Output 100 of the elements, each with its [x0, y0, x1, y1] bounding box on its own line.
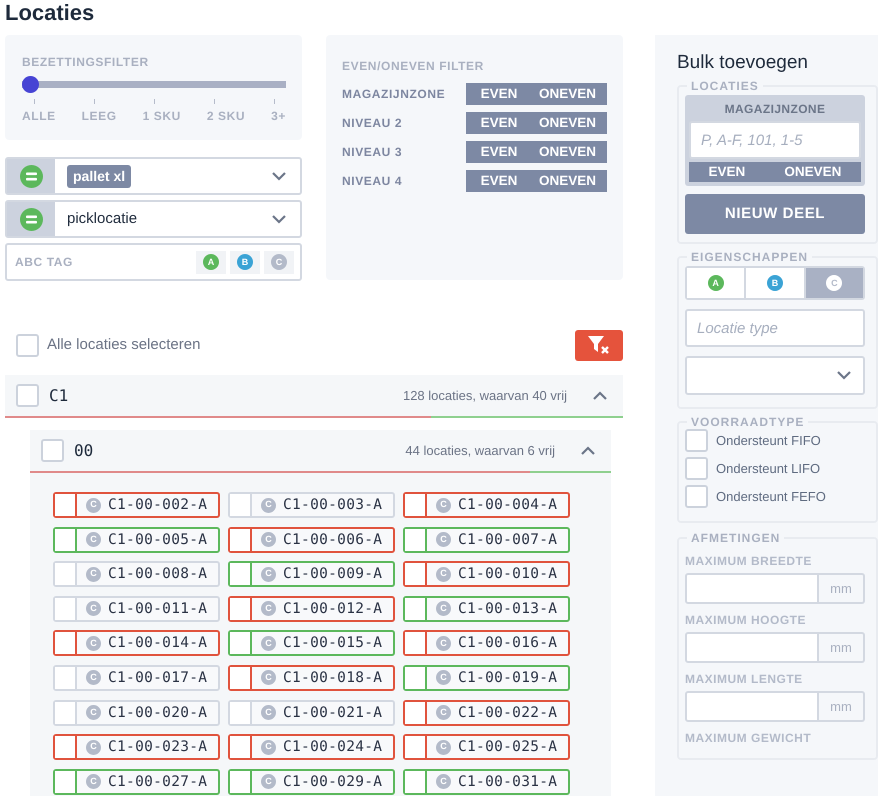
tile-checkbox[interactable]	[230, 632, 252, 654]
location-code: C1-00-003-A	[283, 496, 382, 515]
tag-badge: C	[436, 740, 451, 755]
location-tile[interactable]: C C1-00-018-A	[228, 664, 395, 691]
option-checkbox[interactable]	[685, 457, 708, 480]
chevron-down-icon[interactable]	[272, 172, 286, 180]
tick-label: ALLE	[22, 108, 56, 125]
option-checkbox[interactable]	[685, 485, 708, 508]
tile-checkbox[interactable]	[405, 736, 427, 758]
tile-checkbox[interactable]	[55, 528, 77, 551]
section-legend: EIGENSCHAPPEN	[687, 250, 812, 264]
unit-label: mm	[819, 632, 865, 663]
tag-badge: C	[86, 774, 101, 790]
location-tile[interactable]: C C1-00-027-A	[53, 768, 220, 795]
location-tile[interactable]: C C1-00-015-A	[228, 630, 395, 656]
tag-badge: C	[86, 705, 101, 720]
location-tile[interactable]: C C1-00-008-A	[53, 561, 220, 588]
location-tile[interactable]: C C1-00-022-A	[403, 700, 570, 726]
tile-checkbox[interactable]	[55, 632, 77, 654]
new-part-button[interactable]: NIEUW DEEL	[685, 194, 865, 234]
location-code: C1-00-005-A	[108, 530, 208, 550]
location-tile[interactable]: C C1-00-019-A	[403, 664, 570, 691]
location-tile[interactable]: C C1-00-023-A	[53, 734, 220, 760]
tile-checkbox[interactable]	[230, 528, 252, 551]
location-code: C1-00-006-A	[283, 530, 382, 550]
location-tile[interactable]: C C1-00-029-A	[228, 768, 395, 795]
clear-filter-button[interactable]	[575, 330, 623, 360]
unit-label: mm	[819, 691, 865, 722]
tile-checkbox[interactable]	[230, 736, 252, 758]
location-tile[interactable]: C C1-00-006-A	[228, 526, 395, 553]
equals-icon	[20, 208, 42, 230]
group-header[interactable]: 00 44 locaties, waarvan 6 vrij	[30, 430, 611, 471]
part-label: MAGAZIJNZONE	[724, 101, 826, 118]
dimension-field[interactable]	[685, 691, 819, 722]
location-tile[interactable]: C C1-00-012-A	[228, 596, 395, 622]
location-tile[interactable]: C C1-00-020-A	[53, 700, 220, 726]
location-tile[interactable]: C C1-00-017-A	[53, 664, 220, 691]
tile-checkbox[interactable]	[405, 770, 427, 793]
dimension-field[interactable]	[685, 573, 819, 604]
location-tile[interactable]: C C1-00-025-A	[403, 734, 570, 760]
slider-thumb[interactable]	[22, 76, 39, 93]
tag-badge: C	[436, 774, 451, 790]
location-tile[interactable]: C C1-00-013-A	[403, 596, 570, 622]
location-tile[interactable]: C C1-00-011-A	[53, 596, 220, 622]
collapse-icon[interactable]	[581, 446, 595, 455]
tile-checkbox[interactable]	[55, 736, 77, 758]
location-tile[interactable]: C C1-00-005-A	[53, 526, 220, 553]
option-label: Ondersteunt LIFO	[716, 460, 820, 478]
group-checkbox[interactable]	[41, 439, 64, 462]
location-tile[interactable]: C C1-00-003-A	[228, 492, 395, 518]
location-tile[interactable]: C C1-00-004-A	[403, 492, 570, 518]
tag-badge: C	[261, 705, 276, 720]
group-checkbox[interactable]	[16, 384, 39, 407]
row-label: NIVEAU 3	[342, 144, 404, 161]
select-all-label: Alle locaties selecteren	[47, 334, 200, 355]
tile-checkbox[interactable]	[405, 528, 427, 551]
location-tile[interactable]: C C1-00-031-A	[403, 768, 570, 795]
tick-label: 2 SKU	[206, 108, 246, 125]
tag-badge: C	[261, 532, 276, 548]
tile-checkbox[interactable]	[405, 632, 427, 654]
location-code: C1-00-011-A	[108, 600, 208, 619]
location-tile[interactable]: C C1-00-024-A	[228, 734, 395, 760]
tile-checkbox[interactable]	[230, 770, 252, 793]
field-label: MAXIMUM HOOGTE	[685, 612, 807, 629]
location-tile[interactable]: C C1-00-016-A	[403, 630, 570, 656]
tile-checkbox[interactable]	[405, 598, 427, 620]
location-type-field[interactable]: Locatie type	[685, 309, 865, 347]
dimension-field[interactable]	[685, 632, 819, 663]
group-header[interactable]: C1 128 locaties, waarvan 40 vrij	[5, 375, 623, 416]
tile-checkbox[interactable]	[55, 494, 77, 516]
chevron-down-icon[interactable]	[272, 214, 286, 224]
tile-checkbox[interactable]	[405, 494, 427, 516]
tile-checkbox[interactable]	[405, 563, 427, 586]
tile-checkbox[interactable]	[405, 702, 427, 724]
location-code: C1-00-018-A	[283, 668, 382, 688]
location-tile[interactable]: C C1-00-007-A	[403, 526, 570, 553]
location-code: C1-00-015-A	[283, 634, 382, 654]
collapse-icon[interactable]	[593, 391, 607, 400]
location-tile[interactable]: C C1-00-009-A	[228, 561, 395, 588]
chevron-down-icon[interactable]	[837, 371, 851, 380]
filter-select[interactable]: picklocatie	[5, 200, 302, 238]
tile-checkbox[interactable]	[405, 666, 427, 689]
tick-label: LEEG	[82, 108, 117, 125]
zone-field[interactable]: P, A-F, 101, 1-5	[689, 121, 861, 159]
row-label: NIVEAU 2	[342, 115, 404, 132]
tile-checkbox[interactable]	[230, 563, 252, 586]
row-label: NIVEAU 4	[342, 173, 404, 190]
location-tile[interactable]: C C1-00-014-A	[53, 630, 220, 656]
select-all-checkbox[interactable]	[16, 334, 39, 356]
tile-checkbox[interactable]	[230, 666, 252, 689]
tag-badge: C	[436, 601, 451, 616]
group-summary: 128 locaties, waarvan 40 vrij	[402, 386, 567, 405]
location-code: C1-00-008-A	[108, 565, 208, 584]
location-tile[interactable]: C C1-00-002-A	[53, 492, 220, 518]
tile-checkbox[interactable]	[55, 770, 77, 793]
tile-checkbox[interactable]	[230, 598, 252, 620]
location-tile[interactable]: C C1-00-021-A	[228, 700, 395, 726]
filter-select[interactable]: pallet xl	[5, 157, 302, 195]
option-checkbox[interactable]	[685, 429, 708, 452]
location-tile[interactable]: C C1-00-010-A	[403, 561, 570, 588]
